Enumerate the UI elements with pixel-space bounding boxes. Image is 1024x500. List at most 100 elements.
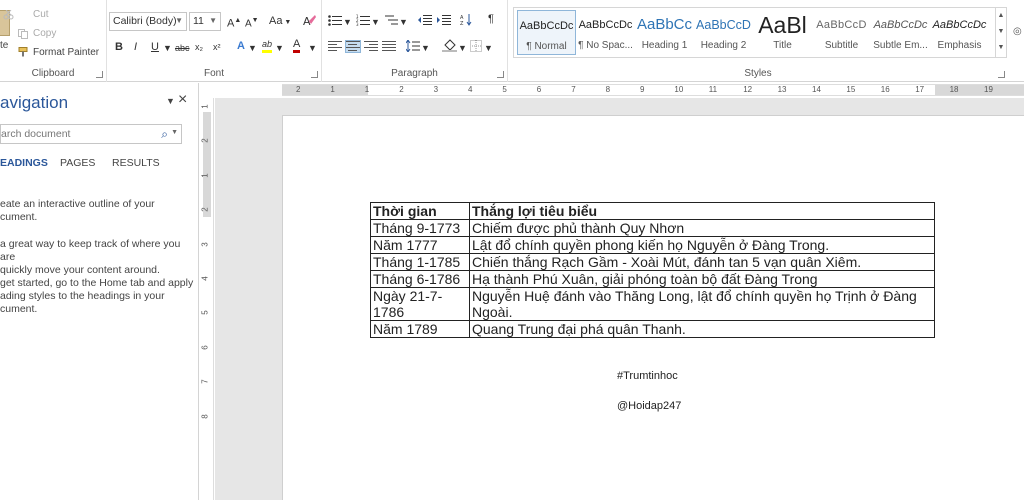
styles-launcher-icon[interactable] xyxy=(998,71,1005,78)
scroll-up-icon[interactable]: ▲ xyxy=(996,8,1006,24)
strikethrough-button[interactable]: abc xyxy=(175,41,190,55)
sort-icon[interactable]: AZ xyxy=(460,13,472,26)
justify-icon[interactable] xyxy=(382,41,396,52)
style-subtitle[interactable]: AaBbCcD Subtitle xyxy=(812,10,871,55)
paragraph-launcher-icon[interactable] xyxy=(497,71,504,78)
text-effects-button[interactable]: A xyxy=(237,39,245,53)
table-cell[interactable]: Tháng 9-1773 xyxy=(370,219,470,237)
font-color-button[interactable]: A xyxy=(293,38,301,53)
bold-button[interactable]: B xyxy=(115,40,123,54)
font-color-dropdown-icon[interactable]: ▼ xyxy=(308,41,317,55)
tab-headings[interactable]: EADINGS xyxy=(0,157,48,169)
style-sample: AaBl xyxy=(758,12,807,38)
table-cell[interactable]: Tháng 1-1785 xyxy=(370,253,470,271)
copy-button[interactable]: Copy xyxy=(33,28,56,39)
table-header-cell[interactable]: Thời gian xyxy=(370,202,470,220)
paste-button-label[interactable]: te xyxy=(0,40,8,51)
subscript-button[interactable]: x₂ xyxy=(195,40,203,54)
ruler-tick-label: 15 xyxy=(846,85,856,94)
table-cell[interactable]: Lật đổ chính quyền phong kiến họ Nguyễn … xyxy=(469,236,935,254)
styles-scroll[interactable]: ▲ ▼ ▼ xyxy=(995,8,1006,57)
font-family-select[interactable]: Calibri (Body) ▼ xyxy=(109,12,187,31)
table-cell[interactable]: Hạ thành Phú Xuân, giải phóng toàn bộ đấ… xyxy=(469,270,935,288)
numbering-dropdown-icon[interactable]: ▼ xyxy=(371,15,380,29)
horizontal-ruler[interactable]: 2 1 1 2 3 4 5 6 7 8 9 10 11 12 13 14 15 16 17 18 19 xyxy=(200,83,1024,97)
shading-icon[interactable] xyxy=(442,39,457,53)
hashtag-text[interactable]: #Trumtinhoc xyxy=(617,370,678,382)
line-spacing-dropdown-icon[interactable]: ▼ xyxy=(421,41,430,55)
table-cell[interactable]: Năm 1777 xyxy=(370,236,470,254)
vertical-ruler[interactable]: 1 2 1 2 3 4 5 6 7 8 xyxy=(200,98,214,500)
shrink-font-button[interactable]: A▼ xyxy=(245,14,259,31)
cut-icon xyxy=(3,10,14,20)
table-header-cell[interactable]: Thắng lợi tiêu biểu xyxy=(469,202,935,220)
style-title[interactable]: AaBl Title xyxy=(753,10,812,55)
close-icon[interactable]: × xyxy=(178,91,187,109)
style-subtle-emphasis[interactable]: AaBbCcDc Subtle Em... xyxy=(871,10,930,55)
highlight-dropdown-icon[interactable]: ▼ xyxy=(275,41,284,55)
search-document-input[interactable]: arch document ⌕ ▼ xyxy=(0,124,182,144)
align-center-icon[interactable] xyxy=(345,40,361,53)
style-no-spacing[interactable]: AaBbCcDc ¶ No Spac... xyxy=(576,10,635,55)
style-normal[interactable]: AaBbCcDc ¶ Normal xyxy=(517,10,576,55)
bullets-icon[interactable] xyxy=(328,15,342,26)
handle-text[interactable]: @Hoidap247 xyxy=(617,400,681,412)
table-cell[interactable]: Nguyễn Huệ đánh vào Thăng Long, lật đổ c… xyxy=(469,287,935,321)
font-size-select[interactable]: 11 ▼ xyxy=(189,12,221,31)
navigation-title: avigation xyxy=(0,93,69,112)
underline-button[interactable]: U xyxy=(151,40,159,54)
borders-dropdown-icon[interactable]: ▼ xyxy=(484,41,493,55)
format-painter-button[interactable]: Format Painter xyxy=(33,47,99,58)
document-page[interactable]: Thời gian Thắng lợi tiêu biểu Tháng 9-17… xyxy=(282,115,1024,500)
line-spacing-icon[interactable] xyxy=(406,40,420,52)
find-icon[interactable]: ◎ xyxy=(1013,26,1022,37)
table-cell[interactable]: Năm 1789 xyxy=(370,320,470,338)
align-left-icon[interactable] xyxy=(328,41,342,52)
style-name: ¶ Normal xyxy=(526,41,567,52)
show-marks-button[interactable]: ¶ xyxy=(488,12,494,26)
highlight-button[interactable]: ab xyxy=(262,39,273,53)
style-sample: AaBbCcDc xyxy=(932,19,987,31)
multilevel-dropdown-icon[interactable]: ▼ xyxy=(399,15,408,29)
change-case-button[interactable]: Aa ▼ xyxy=(269,14,291,30)
shading-dropdown-icon[interactable]: ▼ xyxy=(458,41,467,55)
multilevel-list-icon[interactable] xyxy=(384,14,398,26)
ribbon: te Cut Copy Format Painter Clipboard Cal… xyxy=(0,0,1024,82)
more-styles-icon[interactable]: ▼ xyxy=(996,40,1006,56)
navigation-options-icon[interactable]: ▼ xyxy=(166,96,175,106)
style-name: Emphasis xyxy=(937,40,982,51)
text-effects-dropdown-icon[interactable]: ▼ xyxy=(248,41,257,55)
numbering-icon[interactable]: 123 xyxy=(356,14,370,26)
table-cell[interactable]: Tháng 6-1786 xyxy=(370,270,470,288)
style-sample: AaBbCcD xyxy=(816,19,867,31)
style-heading-1[interactable]: AaBbCc Heading 1 xyxy=(635,10,694,55)
font-launcher-icon[interactable] xyxy=(311,71,318,78)
table-cell[interactable]: Ngày 21-7-1786 xyxy=(370,287,470,321)
tab-pages[interactable]: PAGES xyxy=(60,157,95,169)
superscript-button[interactable]: x² xyxy=(213,40,221,54)
underline-dropdown-icon[interactable]: ▼ xyxy=(163,41,172,55)
clear-formatting-icon[interactable]: A xyxy=(303,14,316,27)
italic-button[interactable]: I xyxy=(134,40,137,54)
bullets-dropdown-icon[interactable]: ▼ xyxy=(343,15,352,29)
cut-button[interactable]: Cut xyxy=(33,9,49,20)
style-name: Title xyxy=(773,40,792,51)
borders-icon[interactable] xyxy=(470,40,482,52)
search-dropdown-icon[interactable]: ▼ xyxy=(171,129,178,136)
svg-text:3: 3 xyxy=(356,22,359,26)
increase-indent-icon[interactable] xyxy=(437,14,451,26)
search-icon[interactable]: ⌕ xyxy=(161,127,168,142)
style-name: ¶ No Spac... xyxy=(578,40,633,51)
table-cell[interactable]: Quang Trung đại phá quân Thanh. xyxy=(469,320,935,338)
table-cell[interactable]: Chiến thắng Rạch Gầm - Xoài Mút, đánh ta… xyxy=(469,253,935,271)
style-emphasis[interactable]: AaBbCcDc Emphasis xyxy=(930,10,989,55)
grow-font-button[interactable]: A▲ xyxy=(227,14,241,31)
table-row: Tháng 1-1785 Chiến thắng Rạch Gầm - Xoài… xyxy=(370,253,935,271)
align-right-icon[interactable] xyxy=(364,41,378,52)
scroll-down-icon[interactable]: ▼ xyxy=(996,24,1006,40)
table-cell[interactable]: Chiếm được phủ thành Quy Nhơn xyxy=(469,219,935,237)
decrease-indent-icon[interactable] xyxy=(418,14,432,26)
clipboard-launcher-icon[interactable] xyxy=(96,71,103,78)
tab-results[interactable]: RESULTS xyxy=(112,157,160,169)
style-heading-2[interactable]: AaBbCcD Heading 2 xyxy=(694,10,753,55)
